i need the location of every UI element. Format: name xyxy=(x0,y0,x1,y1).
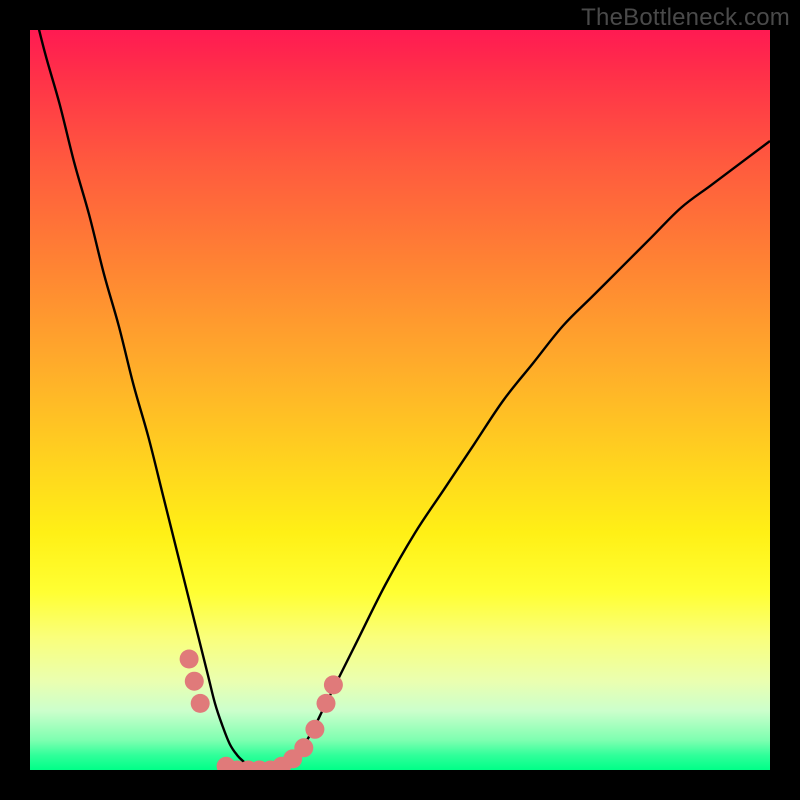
curve-marker xyxy=(180,650,199,669)
curve-marker xyxy=(185,672,204,691)
bottleneck-curve xyxy=(30,30,770,770)
curve-marker xyxy=(324,675,343,694)
curve-marker xyxy=(191,694,210,713)
curve-marker xyxy=(317,694,336,713)
curve-markers xyxy=(180,650,343,771)
chart-svg xyxy=(30,30,770,770)
curve-marker xyxy=(294,738,313,757)
chart-plot-area xyxy=(30,30,770,770)
watermark-text: TheBottleneck.com xyxy=(581,4,790,32)
chart-frame: TheBottleneck.com xyxy=(0,0,800,800)
curve-marker xyxy=(305,720,324,739)
